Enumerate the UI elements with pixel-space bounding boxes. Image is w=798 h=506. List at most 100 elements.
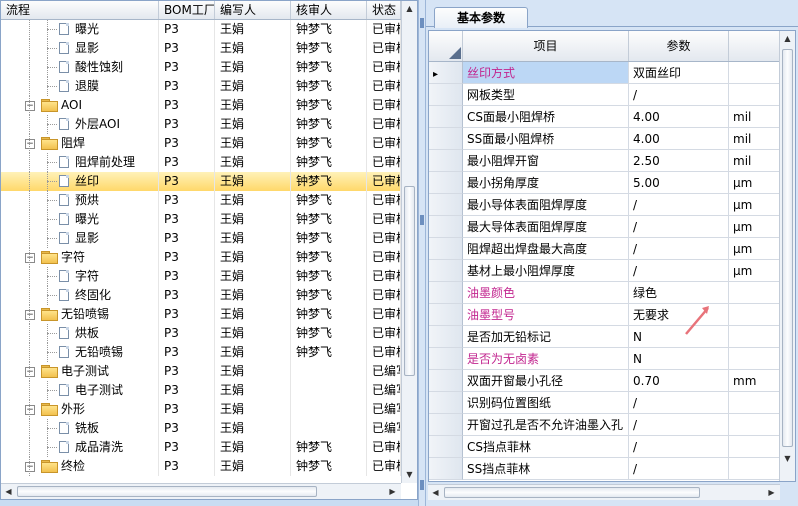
tree-row[interactable]: 外层AOI P3王娟钟梦飞已审核 [1,115,401,134]
param-row[interactable]: ▸ 丝印方式 双面丝印 [429,62,781,84]
collapse-icon[interactable]: − [25,405,35,415]
param-row[interactable]: CS挡点菲林 / [429,436,781,458]
row-header[interactable] [429,106,463,128]
param-value-cell[interactable]: 双面丝印 [629,62,729,84]
param-value-cell[interactable]: / [629,458,729,480]
tree-vertical-scrollbar[interactable]: ▲ ▼ [401,1,417,483]
param-value-cell[interactable]: / [629,436,729,458]
row-header[interactable] [429,260,463,282]
tree-row[interactable]: 烘板 P3王娟钟梦飞已审核 [1,324,401,343]
tree-group-row[interactable]: − 外形 P3王娟 已编写 [1,400,401,419]
tree-group-row[interactable]: − 阻焊 P3王娟钟梦飞已审核 [1,134,401,153]
collapse-icon[interactable]: − [25,139,35,149]
scroll-thumb[interactable] [404,186,415,376]
param-value-cell[interactable]: / [629,392,729,414]
param-value-cell[interactable]: 5.00 [629,172,729,194]
tree-row[interactable]: 曝光 P3王娟钟梦飞已审核 [1,20,401,39]
param-value-cell[interactable]: / [629,238,729,260]
tree-group-row[interactable]: − 终检 P3王娟钟梦飞已审核 [1,457,401,476]
param-value-cell[interactable]: 4.00 [629,106,729,128]
column-header-process[interactable]: 流程 [1,1,159,19]
scroll-up-icon[interactable]: ▲ [402,1,417,16]
scroll-down-icon[interactable]: ▼ [780,451,795,466]
tree-group-row[interactable]: − 无铅喷锡 P3王娟钟梦飞已审核 [1,305,401,324]
tree-row[interactable]: 预烘 P3王娟钟梦飞已审核 [1,191,401,210]
collapse-icon[interactable]: − [25,101,35,111]
column-header-reviewer[interactable]: 核审人 [291,1,367,19]
collapse-icon[interactable]: − [25,367,35,377]
param-value-cell[interactable]: / [629,414,729,436]
row-header[interactable]: ▸ [429,62,463,84]
param-row[interactable]: CS面最小阻焊桥 4.00 mil [429,106,781,128]
scroll-left-icon[interactable]: ◀ [1,484,16,499]
tree-group-row[interactable]: − AOI P3王娟钟梦飞已审核 [1,96,401,115]
param-row[interactable]: 双面开窗最小孔径 0.70 mm [429,370,781,392]
collapse-icon[interactable]: − [25,462,35,472]
collapse-icon[interactable]: − [25,310,35,320]
scroll-thumb[interactable] [782,49,793,447]
tree-group-row[interactable]: − 字符 P3王娟钟梦飞已审核 [1,248,401,267]
param-row[interactable]: 最小拐角厚度 5.00 μm [429,172,781,194]
param-value-cell[interactable]: / [629,194,729,216]
param-row[interactable]: 识别码位置图纸 / [429,392,781,414]
scroll-right-icon[interactable]: ▶ [385,484,400,499]
row-header[interactable] [429,392,463,414]
tree-row[interactable]: 字符 P3王娟钟梦飞已审核 [1,267,401,286]
param-value-cell[interactable]: 2.50 [629,150,729,172]
tree-row[interactable]: 电子测试 P3王娟 已编写 [1,381,401,400]
param-value-cell[interactable]: 0.70 [629,370,729,392]
tree-row[interactable]: 曝光 P3王娟钟梦飞已审核 [1,210,401,229]
param-value-cell[interactable]: / [629,260,729,282]
tree-row[interactable]: 退膜 P3王娟钟梦飞已审核 [1,77,401,96]
scroll-right-icon[interactable]: ▶ [764,485,779,500]
tree-row[interactable]: 显影 P3王娟钟梦飞已审核 [1,39,401,58]
param-row[interactable]: 最小阻焊开窗 2.50 mil [429,150,781,172]
row-header[interactable] [429,84,463,106]
param-row[interactable]: 是否加无铅标记 N [429,326,781,348]
row-header[interactable] [429,326,463,348]
tree-row[interactable]: 显影 P3王娟钟梦飞已审核 [1,229,401,248]
row-header[interactable] [429,436,463,458]
tree-row[interactable]: 丝印 P3王娟钟梦飞已审核 [1,172,401,191]
row-header[interactable] [429,414,463,436]
column-header-status[interactable]: 状态 [367,1,401,19]
param-row[interactable]: 阻焊超出焊盘最大高度 / μm [429,238,781,260]
tree-row[interactable]: 成品清洗 P3王娟钟梦飞已审核 [1,438,401,457]
scroll-left-icon[interactable]: ◀ [428,485,443,500]
tree-row[interactable]: 无铅喷锡 P3王娟钟梦飞已审核 [1,343,401,362]
tab-basic-params[interactable]: 基本参数 [434,7,528,28]
row-header[interactable] [429,458,463,480]
param-row[interactable]: 最大导体表面阻焊厚度 / μm [429,216,781,238]
row-header[interactable] [429,238,463,260]
row-header[interactable] [429,172,463,194]
scroll-down-icon[interactable]: ▼ [402,467,417,482]
row-header[interactable] [429,216,463,238]
panel-splitter[interactable] [418,0,426,506]
param-value-cell[interactable]: 4.00 [629,128,729,150]
param-value-cell[interactable]: / [629,216,729,238]
param-row[interactable]: 是否为无卤素 N [429,348,781,370]
scroll-up-icon[interactable]: ▲ [780,31,795,46]
horizontal-scroll-thumb[interactable] [444,487,700,498]
column-header-bom[interactable]: BOM工厂 [159,1,215,19]
param-row[interactable]: 网板类型 / [429,84,781,106]
grid-horizontal-scrollbar[interactable]: ◀ ▶ [428,484,780,500]
column-header-unit[interactable] [729,31,781,61]
param-row[interactable]: SS面最小阻焊桥 4.00 mil [429,128,781,150]
param-value-cell[interactable]: / [629,84,729,106]
row-header[interactable] [429,282,463,304]
param-row[interactable]: 最小导体表面阻焊厚度 / μm [429,194,781,216]
param-row[interactable]: 油墨颜色 绿色 [429,282,781,304]
column-header-item[interactable]: 项目 [463,31,629,61]
param-row[interactable]: 开窗过孔是否不允许油墨入孔 / [429,414,781,436]
row-header[interactable] [429,370,463,392]
tree-row[interactable]: 终固化 P3王娟钟梦飞已审核 [1,286,401,305]
grid-vertical-scrollbar[interactable]: ▲ ▼ [779,31,795,481]
collapse-icon[interactable]: − [25,253,35,263]
param-row[interactable]: 油墨型号 无要求 [429,304,781,326]
tree-row[interactable]: 阻焊前处理 P3王娟钟梦飞已审核 [1,153,401,172]
row-header[interactable] [429,128,463,150]
column-header-param[interactable]: 参数 [629,31,729,61]
tree-row[interactable]: 酸性蚀刻 P3王娟钟梦飞已审核 [1,58,401,77]
param-row[interactable]: SS挡点菲林 / [429,458,781,480]
